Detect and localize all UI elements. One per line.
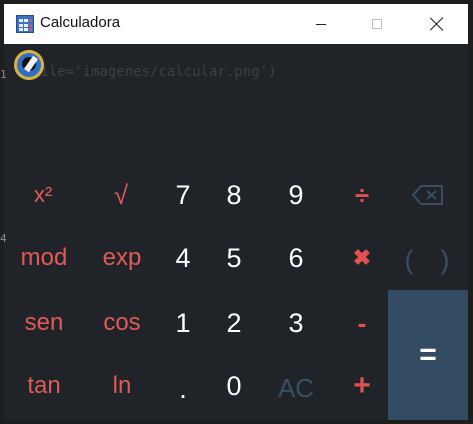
digit-8-button[interactable]: 8 <box>215 172 253 218</box>
maximize-icon <box>372 19 382 29</box>
decimal-point-button[interactable]: . <box>164 366 202 412</box>
digit-1-button[interactable]: 1 <box>164 300 202 346</box>
tan-button[interactable]: tan <box>14 363 74 409</box>
digit-9-button[interactable]: 9 <box>277 172 315 218</box>
digit-3-button[interactable]: 3 <box>277 300 315 346</box>
cos-button[interactable]: cos <box>92 300 152 346</box>
title-bar: Calculadora <box>4 4 468 44</box>
window-title: Calculadora <box>40 14 121 31</box>
flash-camera-icon <box>14 50 44 80</box>
close-paren-button[interactable]: ) <box>432 237 458 283</box>
calculator-window: Calculadora file='imagenes/calcular.png'… <box>0 4 468 420</box>
digit-0-button[interactable]: 0 <box>215 363 253 409</box>
multiply-button[interactable]: ✖ <box>343 235 381 281</box>
backspace-button[interactable] <box>404 174 452 216</box>
digit-6-button[interactable]: 6 <box>277 235 315 281</box>
minus-button[interactable]: - <box>343 300 381 346</box>
digit-4-button[interactable]: 4 <box>164 235 202 281</box>
calculator-icon <box>16 15 34 33</box>
line-number-mark: 1 <box>0 68 7 81</box>
background-code-text: file='imagenes/calcular.png') <box>32 64 277 80</box>
clear-button[interactable]: AC <box>270 365 322 411</box>
minimize-icon <box>316 23 326 25</box>
sqrt-button[interactable]: √ <box>96 172 146 218</box>
line-number-mark: 4 <box>0 232 7 245</box>
ln-button[interactable]: ln <box>92 363 152 409</box>
divide-button[interactable]: ÷ <box>343 172 381 218</box>
open-paren-button[interactable]: ( <box>396 237 422 283</box>
close-icon <box>430 17 444 31</box>
exp-button[interactable]: exp <box>92 235 152 281</box>
square-button[interactable]: x² <box>18 172 68 218</box>
digit-2-button[interactable]: 2 <box>215 300 253 346</box>
close-button[interactable] <box>414 4 460 44</box>
maximize-button[interactable] <box>354 4 400 44</box>
minimize-button[interactable] <box>298 4 344 44</box>
digit-7-button[interactable]: 7 <box>164 172 202 218</box>
equals-button[interactable]: = <box>388 290 468 420</box>
mod-button[interactable]: mod <box>14 235 74 281</box>
digit-5-button[interactable]: 5 <box>215 235 253 281</box>
plus-button[interactable]: + <box>343 363 381 409</box>
backspace-icon <box>412 185 443 205</box>
sen-button[interactable]: sen <box>14 300 74 346</box>
